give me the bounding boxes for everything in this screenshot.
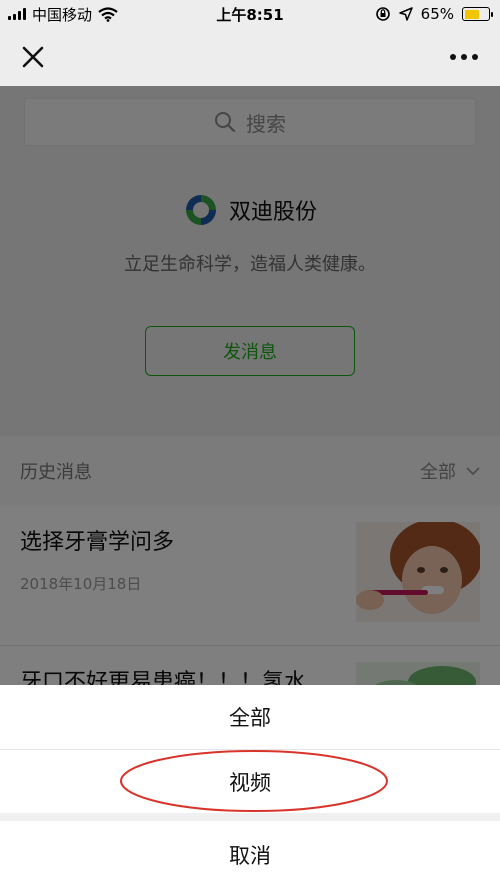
location-arrow-icon [398,7,413,21]
clock: 上午8:51 [216,5,284,24]
sheet-option-all[interactable]: 全部 [0,685,500,749]
close-icon [22,46,44,68]
sheet-option-video[interactable]: 视频 [0,749,500,813]
carrier-label: 中国移动 [32,5,93,24]
action-sheet: 全部 视频 取消 [0,685,500,889]
wifi-icon [98,6,118,22]
status-bar: 中国移动 上午8:51 65% [0,0,500,28]
battery-percent: 65% [420,5,454,23]
signal-icon [8,8,26,20]
battery-icon [462,7,493,21]
close-button[interactable] [14,38,52,76]
nav-bar [0,28,500,86]
cancel-button[interactable]: 取消 [0,821,500,889]
more-options-button[interactable] [442,38,486,76]
orientation-lock-icon [375,7,390,21]
more-icon [450,54,456,60]
sheet-divider [0,813,500,821]
